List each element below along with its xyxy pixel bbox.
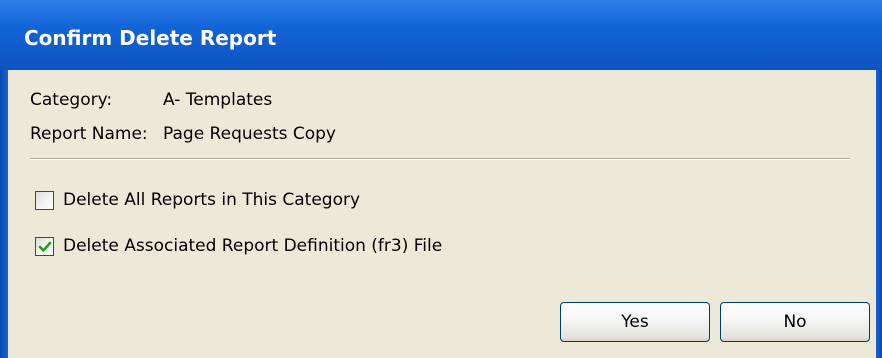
category-label: Category: xyxy=(30,90,113,110)
delete-all-reports-checkbox[interactable] xyxy=(35,191,54,210)
report-name-label: Report Name: xyxy=(30,124,148,144)
separator-line xyxy=(30,158,850,160)
dialog-body: Category: A- Templates Report Name: Page… xyxy=(8,70,876,358)
dialog-title: Confirm Delete Report xyxy=(24,26,277,50)
window-frame-right xyxy=(876,70,882,358)
delete-all-reports-label[interactable]: Delete All Reports in This Category xyxy=(63,190,360,210)
confirm-delete-dialog: Confirm Delete Report Category: A- Templ… xyxy=(0,0,882,358)
no-button[interactable]: No xyxy=(720,302,870,342)
check-mark-icon xyxy=(38,241,52,252)
yes-button[interactable]: Yes xyxy=(560,302,710,342)
category-value: A- Templates xyxy=(163,90,273,110)
report-name-value: Page Requests Copy xyxy=(163,124,336,144)
window-frame-left xyxy=(0,70,8,358)
title-bar[interactable]: Confirm Delete Report xyxy=(0,0,882,70)
delete-definition-checkbox[interactable] xyxy=(35,237,54,256)
delete-definition-label[interactable]: Delete Associated Report Definition (fr3… xyxy=(63,236,442,256)
